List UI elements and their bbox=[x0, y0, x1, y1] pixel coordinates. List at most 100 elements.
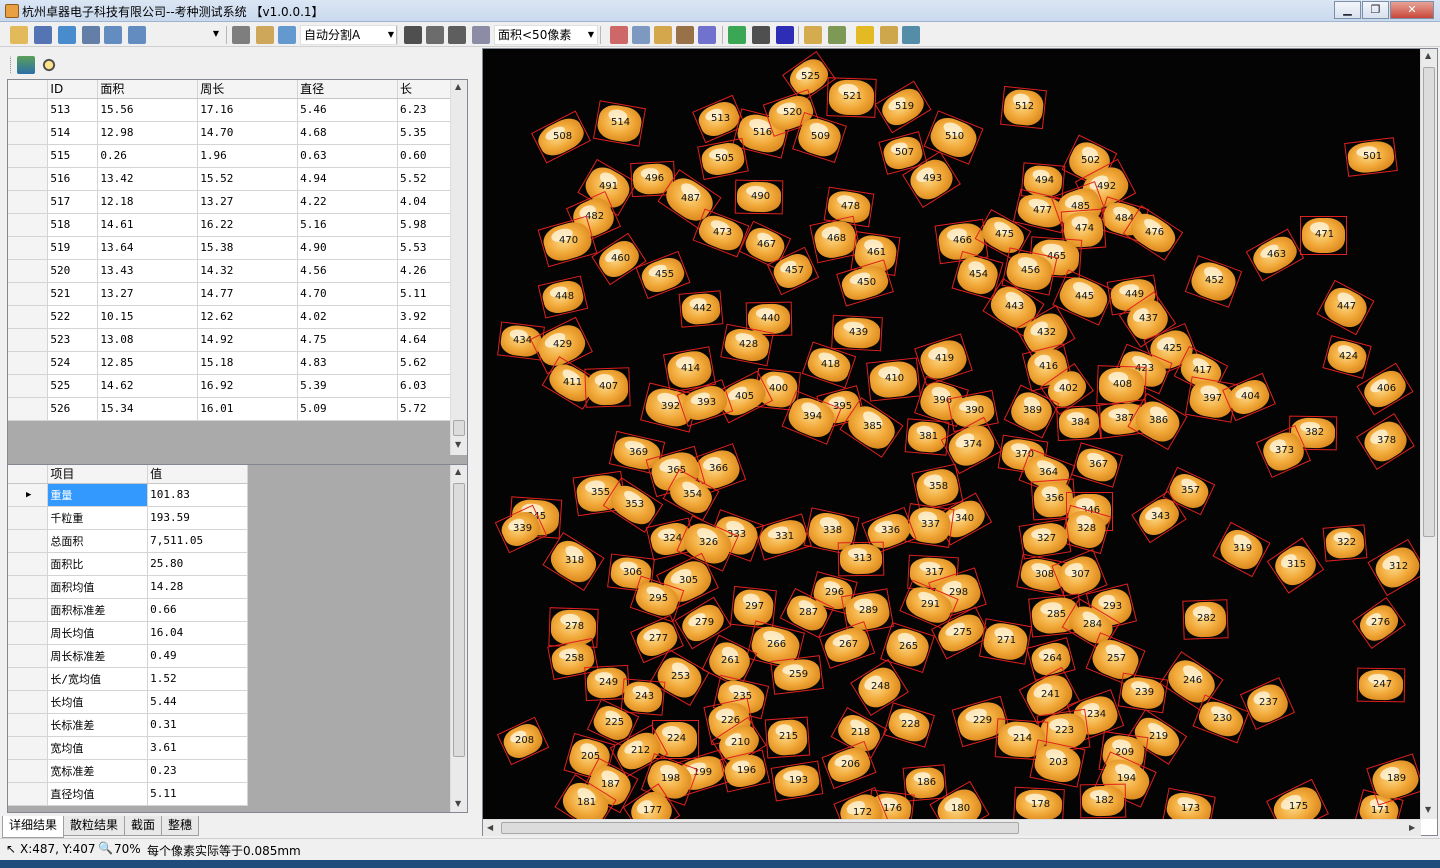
table-row[interactable]: 518 14.61 16.22 5.16 5.98 bbox=[8, 213, 452, 237]
table-row[interactable]: 525 14.62 16.92 5.39 6.03 bbox=[8, 374, 452, 398]
table-row[interactable]: 515 0.26 1.96 0.63 0.60 bbox=[8, 144, 452, 168]
table-row[interactable]: 520 13.43 14.32 4.56 4.26 bbox=[8, 259, 452, 283]
results-vertical-scrollbar[interactable]: ▲ ▼ bbox=[450, 80, 467, 455]
summary-label[interactable]: 周长标准差 bbox=[47, 644, 149, 668]
table-cell[interactable]: 517 bbox=[47, 190, 99, 214]
report-icon[interactable] bbox=[856, 26, 874, 44]
summary-label[interactable]: 宽均值 bbox=[47, 736, 149, 760]
table-cell[interactable]: 4.68 bbox=[297, 121, 398, 145]
table-cell[interactable]: 12.98 bbox=[97, 121, 199, 145]
tab-2[interactable]: 截面 bbox=[124, 816, 163, 836]
table-cell[interactable]: 16.22 bbox=[197, 213, 299, 237]
bug-icon[interactable] bbox=[404, 26, 422, 44]
table-cell[interactable]: 518 bbox=[47, 213, 99, 237]
tab-1[interactable]: 散粒结果 bbox=[63, 816, 126, 836]
table-row[interactable]: 521 13.27 14.77 4.70 5.11 bbox=[8, 282, 452, 306]
table-cell[interactable]: 14.32 bbox=[197, 259, 299, 283]
table-cell[interactable]: 4.56 bbox=[297, 259, 398, 283]
column-header[interactable]: 值 bbox=[147, 465, 248, 484]
row-header[interactable] bbox=[8, 144, 49, 168]
export-icon[interactable] bbox=[902, 26, 920, 44]
table-cell[interactable]: 525 bbox=[47, 374, 99, 398]
summary-label[interactable]: 直径均值 bbox=[47, 782, 149, 806]
summary-value[interactable]: 0.49 bbox=[147, 644, 248, 668]
table-cell[interactable]: 5.98 bbox=[397, 213, 452, 237]
filter-icon[interactable] bbox=[472, 26, 490, 44]
scroll-up-icon[interactable]: ▲ bbox=[455, 82, 461, 91]
table-row[interactable]: 514 12.98 14.70 4.68 5.35 bbox=[8, 121, 452, 145]
table-cell[interactable]: 5.52 bbox=[397, 167, 452, 191]
summary-value[interactable]: 5.11 bbox=[147, 782, 248, 806]
summary-value[interactable]: 7,511.05 bbox=[147, 529, 248, 553]
table-cell[interactable]: 5.46 bbox=[297, 98, 398, 122]
table-cell[interactable]: 13.27 bbox=[97, 282, 199, 306]
summary-row[interactable]: 总面积 7,511.05 bbox=[8, 529, 248, 553]
table-cell[interactable]: 16.01 bbox=[197, 397, 299, 421]
row-header[interactable] bbox=[8, 236, 49, 260]
settings-icon[interactable] bbox=[610, 26, 628, 44]
summary-row[interactable]: 长/宽均值 1.52 bbox=[8, 667, 248, 691]
save-icon[interactable] bbox=[34, 26, 52, 44]
table-cell[interactable]: 13.08 bbox=[97, 328, 199, 352]
results-grid[interactable]: ID 面积 周长 直径长 513 15.56 17.16 5.46 6.23 514 12.98 1… bbox=[7, 79, 468, 489]
stop-icon[interactable] bbox=[776, 26, 794, 44]
row-header[interactable] bbox=[8, 575, 49, 599]
scroll-thumb[interactable] bbox=[453, 483, 465, 757]
chart-icon[interactable] bbox=[804, 26, 822, 44]
table-cell[interactable]: 14.70 bbox=[197, 121, 299, 145]
table-cell[interactable]: 4.94 bbox=[297, 167, 398, 191]
table-cell[interactable]: 0.26 bbox=[97, 144, 199, 168]
row-header[interactable] bbox=[8, 167, 49, 191]
table-cell[interactable]: 15.56 bbox=[97, 98, 199, 122]
table-cell[interactable]: 14.61 bbox=[97, 213, 199, 237]
summary-vertical-scrollbar[interactable]: ▲ ▼ bbox=[450, 465, 467, 812]
table-cell[interactable]: 5.53 bbox=[397, 236, 452, 260]
scroll-thumb[interactable] bbox=[1423, 67, 1435, 537]
row-header[interactable] bbox=[8, 644, 49, 668]
table-cell[interactable]: 13.27 bbox=[197, 190, 299, 214]
summary-label[interactable]: 周长均值 bbox=[47, 621, 149, 645]
row-header[interactable] bbox=[8, 98, 49, 122]
table-cell[interactable]: 13.43 bbox=[97, 259, 199, 283]
table-cell[interactable]: 516 bbox=[47, 167, 99, 191]
summary-row[interactable]: 宽标准差 0.23 bbox=[8, 759, 248, 783]
swap-icon[interactable] bbox=[698, 26, 716, 44]
scissors-icon[interactable] bbox=[232, 26, 250, 44]
scroll-right-icon[interactable]: ▶ bbox=[1409, 823, 1415, 832]
table-cell[interactable]: 521 bbox=[47, 282, 99, 306]
row-header[interactable] bbox=[8, 374, 49, 398]
table-cell[interactable]: 519 bbox=[47, 236, 99, 260]
picture-icon[interactable] bbox=[632, 26, 650, 44]
row-header[interactable] bbox=[8, 690, 49, 714]
summary-label[interactable]: 重量 bbox=[47, 483, 149, 507]
row-header[interactable] bbox=[8, 506, 49, 530]
people-icon[interactable] bbox=[278, 26, 296, 44]
table-cell[interactable]: 17.16 bbox=[197, 98, 299, 122]
column-header[interactable]: 项目 bbox=[47, 465, 149, 484]
row-header[interactable] bbox=[8, 282, 49, 306]
table-cell[interactable]: 4.22 bbox=[297, 190, 398, 214]
summary-value[interactable]: 0.23 bbox=[147, 759, 248, 783]
table-cell[interactable]: 4.83 bbox=[297, 351, 398, 375]
segmentation-mode-select[interactable]: 自动分割A ▼ bbox=[300, 25, 398, 45]
column-header[interactable]: 周长 bbox=[197, 80, 299, 99]
copy-icon[interactable] bbox=[256, 26, 274, 44]
summary-row[interactable]: 长标准差 0.31 bbox=[8, 713, 248, 737]
scroll-down-icon[interactable]: ▼ bbox=[455, 440, 461, 449]
grid-image-icon[interactable] bbox=[17, 56, 35, 74]
row-header[interactable] bbox=[8, 397, 49, 421]
play-icon[interactable] bbox=[728, 26, 746, 44]
row-header[interactable] bbox=[8, 782, 49, 806]
globe-icon[interactable] bbox=[654, 26, 672, 44]
table-cell[interactable]: 4.90 bbox=[297, 236, 398, 260]
scroll-down-icon[interactable]: ▼ bbox=[455, 799, 461, 808]
summary-label[interactable]: 千粒重 bbox=[47, 506, 149, 530]
table-cell[interactable]: 12.62 bbox=[197, 305, 299, 329]
table-cell[interactable]: 526 bbox=[47, 397, 99, 421]
summary-row[interactable]: 周长标准差 0.49 bbox=[8, 644, 248, 668]
table-cell[interactable]: 0.60 bbox=[397, 144, 452, 168]
summary-label[interactable]: 面积均值 bbox=[47, 575, 149, 599]
summary-value[interactable]: 1.52 bbox=[147, 667, 248, 691]
column-header[interactable]: 直径 bbox=[297, 80, 398, 99]
table-cell[interactable]: 4.75 bbox=[297, 328, 398, 352]
